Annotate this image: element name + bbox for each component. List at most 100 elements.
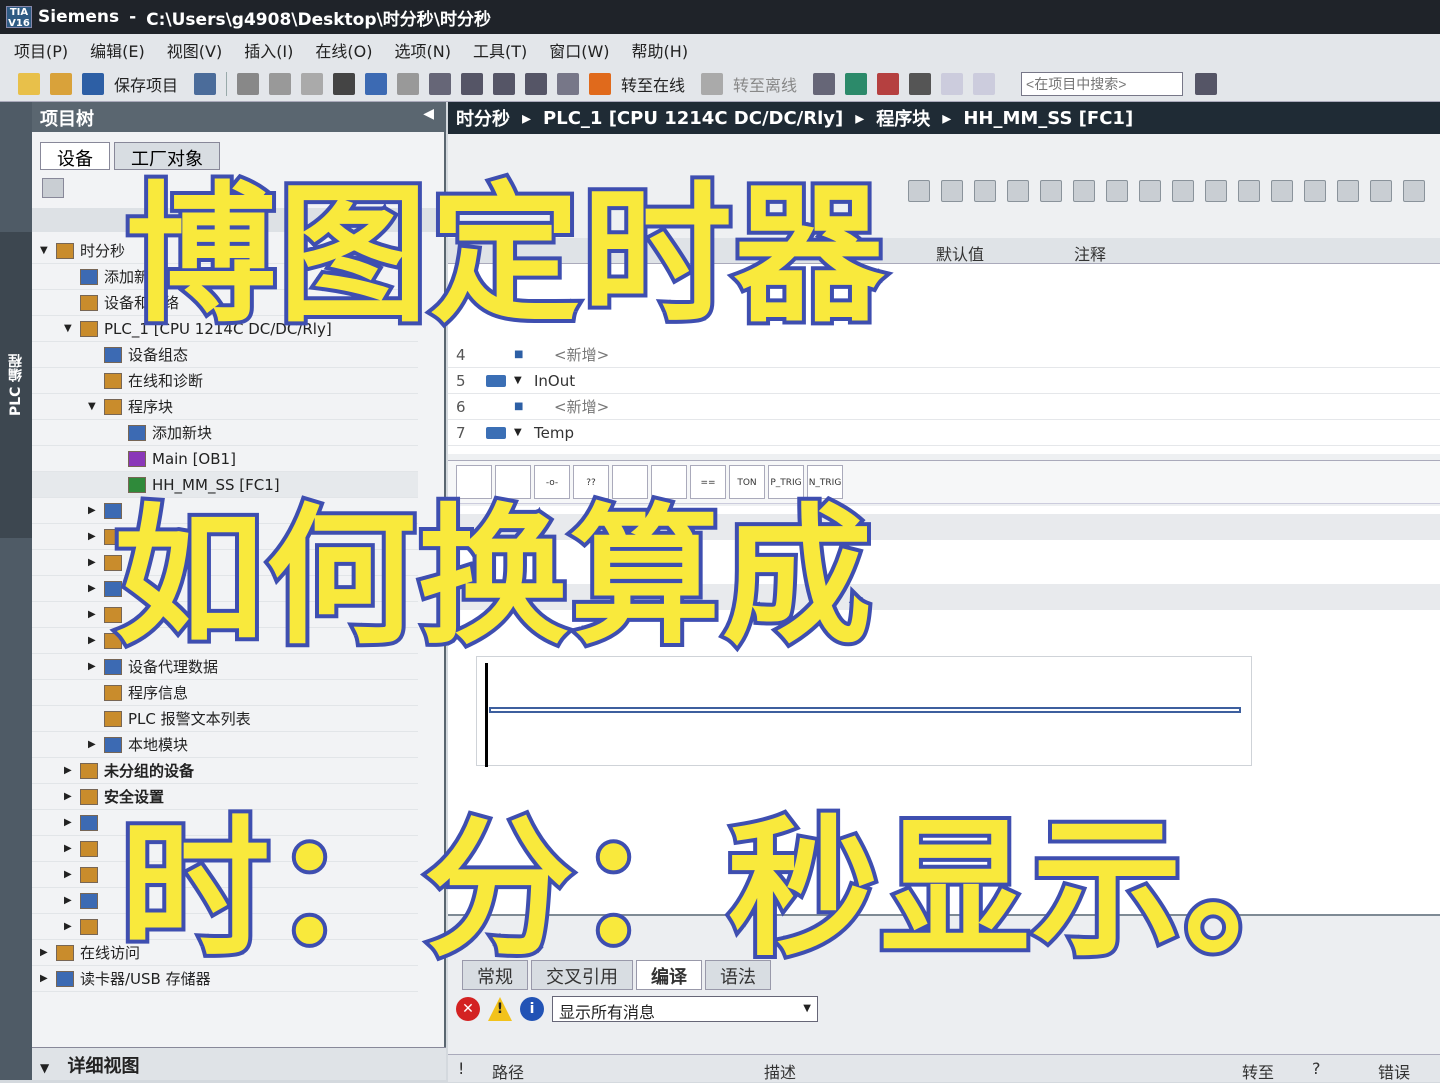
tree-item[interactable]: PLC 报警文本列表: [32, 706, 418, 732]
expand-arrow-icon[interactable]: ▶: [64, 869, 76, 880]
detail-view-bar[interactable]: ▼ 详细视图: [32, 1047, 446, 1080]
go-online-button[interactable]: 转至在线: [621, 72, 685, 96]
error-filter-icon[interactable]: ✕: [456, 997, 480, 1021]
expand-arrow-icon[interactable]: ▼: [64, 323, 76, 334]
breadcrumb-program-blocks[interactable]: 程序块: [876, 105, 930, 131]
start-simulation-icon[interactable]: [557, 72, 580, 95]
menu-tools[interactable]: 工具(T): [473, 38, 527, 62]
block-tool-icon[interactable]: [1007, 180, 1029, 202]
delete-icon[interactable]: [333, 72, 356, 95]
expand-arrow-icon[interactable]: ▶: [64, 843, 76, 854]
undo-icon[interactable]: [365, 72, 388, 95]
tree-item[interactable]: 程序信息: [32, 680, 418, 706]
breadcrumb-plc[interactable]: PLC_1 [CPU 1214C DC/DC/Rly]: [543, 108, 843, 129]
menu-edit[interactable]: 编辑(E): [90, 38, 145, 62]
block-tool-icon[interactable]: [1370, 180, 1392, 202]
save-icon[interactable]: [82, 72, 104, 95]
block-tool-icon[interactable]: [1337, 180, 1359, 202]
save-project-button[interactable]: 保存项目: [114, 72, 178, 96]
stop-cpu-icon[interactable]: [877, 72, 900, 95]
message-filter-select[interactable]: 显示所有消息 ▼: [552, 996, 818, 1022]
cross-reference-icon[interactable]: [909, 72, 932, 95]
tree-item[interactable]: 添加新块: [32, 420, 418, 446]
interface-row[interactable]: 5 ▼ InOut: [448, 368, 1440, 394]
split-vertical-icon[interactable]: [973, 72, 996, 95]
bullet-icon[interactable]: ■: [514, 349, 530, 360]
breadcrumb-block[interactable]: HH_MM_SS [FC1]: [963, 108, 1133, 129]
tree-item[interactable]: 在线和诊断: [32, 368, 418, 394]
paste-icon[interactable]: [301, 72, 324, 95]
expand-arrow-icon[interactable]: ▶: [88, 661, 100, 672]
info-filter-icon[interactable]: i: [520, 997, 544, 1021]
new-project-icon[interactable]: [18, 72, 40, 95]
bullet-icon[interactable]: ■: [514, 401, 530, 412]
expand-arrow-icon[interactable]: ▶: [88, 583, 100, 594]
expand-arrow-icon[interactable]: ▼: [88, 401, 100, 412]
block-tool-icon[interactable]: [1073, 180, 1095, 202]
block-tool-icon[interactable]: [1205, 180, 1227, 202]
go-offline-button[interactable]: 转至离线: [733, 72, 797, 96]
menu-window[interactable]: 窗口(W): [549, 38, 609, 62]
expand-arrow-icon[interactable]: ▶: [88, 609, 100, 620]
network-1[interactable]: [476, 656, 1252, 767]
copy-icon[interactable]: [269, 72, 292, 95]
menu-online[interactable]: 在线(O): [315, 38, 372, 62]
warning-filter-icon[interactable]: !: [488, 997, 512, 1021]
expand-arrow-icon[interactable]: ▶: [88, 557, 100, 568]
search-icon[interactable]: [1195, 72, 1218, 95]
tree-item[interactable]: ▶ 未分组的设备: [32, 758, 418, 784]
breadcrumb-project[interactable]: 时分秒: [456, 105, 510, 131]
chevron-down-icon[interactable]: ▼: [514, 427, 530, 438]
menu-project[interactable]: 项目(P): [14, 38, 68, 62]
project-search-input[interactable]: [1021, 71, 1184, 96]
expand-arrow-icon[interactable]: ▶: [64, 921, 76, 932]
network-wire[interactable]: [489, 707, 1241, 713]
menu-view[interactable]: 视图(V): [167, 38, 222, 62]
upload-icon[interactable]: [493, 72, 516, 95]
chevron-down-icon[interactable]: ▼: [40, 1061, 49, 1075]
block-tool-icon[interactable]: [1139, 180, 1161, 202]
split-horizontal-icon[interactable]: [941, 72, 964, 95]
collapse-arrow-icon[interactable]: ◀: [423, 106, 434, 122]
interface-row[interactable]: 6 ■ <新增>: [448, 394, 1440, 420]
block-tool-icon[interactable]: [974, 180, 996, 202]
expand-arrow-icon[interactable]: ▶: [88, 739, 100, 750]
accessible-devices-icon[interactable]: [813, 72, 836, 95]
block-tool-icon[interactable]: [1271, 180, 1293, 202]
chevron-down-icon[interactable]: ▼: [514, 375, 530, 386]
go-online-icon[interactable]: [589, 72, 612, 95]
compile-icon[interactable]: [429, 72, 452, 95]
plc-programming-tab[interactable]: PLC 编程: [0, 232, 32, 538]
tab-devices[interactable]: 设备: [40, 142, 110, 170]
expand-arrow-icon[interactable]: ▶: [64, 765, 76, 776]
download-icon[interactable]: [461, 72, 484, 95]
expand-arrow-icon[interactable]: ▶: [40, 973, 52, 984]
print-icon[interactable]: [194, 72, 217, 95]
interface-row[interactable]: 7 ▼ Temp: [448, 420, 1440, 446]
tree-options-icon[interactable]: [42, 178, 64, 198]
expand-arrow-icon[interactable]: ▶: [40, 947, 52, 958]
expand-arrow-icon[interactable]: ▶: [64, 817, 76, 828]
expand-arrow-icon[interactable]: ▼: [40, 245, 52, 256]
redo-icon[interactable]: [397, 72, 420, 95]
menu-options[interactable]: 选项(N): [395, 38, 451, 62]
tree-item[interactable]: ▶ 本地模块: [32, 732, 418, 758]
tree-item[interactable]: Main [OB1]: [32, 446, 418, 472]
block-tool-icon[interactable]: [1172, 180, 1194, 202]
expand-arrow-icon[interactable]: ▶: [64, 895, 76, 906]
block-tool-icon[interactable]: [1304, 180, 1326, 202]
cut-icon[interactable]: [237, 72, 260, 95]
expand-arrow-icon[interactable]: ▶: [64, 791, 76, 802]
block-tool-icon[interactable]: [1238, 180, 1260, 202]
block-tool-icon[interactable]: [1106, 180, 1128, 202]
expand-arrow-icon[interactable]: ▶: [88, 635, 100, 646]
go-offline-icon[interactable]: [701, 72, 724, 95]
expand-arrow-icon[interactable]: ▶: [88, 505, 100, 516]
block-tool-icon[interactable]: [1040, 180, 1062, 202]
open-project-icon[interactable]: [50, 72, 72, 95]
block-tool-icon[interactable]: [908, 180, 930, 202]
block-tool-icon[interactable]: [941, 180, 963, 202]
menu-help[interactable]: 帮助(H): [632, 38, 689, 62]
simulation-icon[interactable]: [525, 72, 548, 95]
expand-arrow-icon[interactable]: ▶: [88, 531, 100, 542]
